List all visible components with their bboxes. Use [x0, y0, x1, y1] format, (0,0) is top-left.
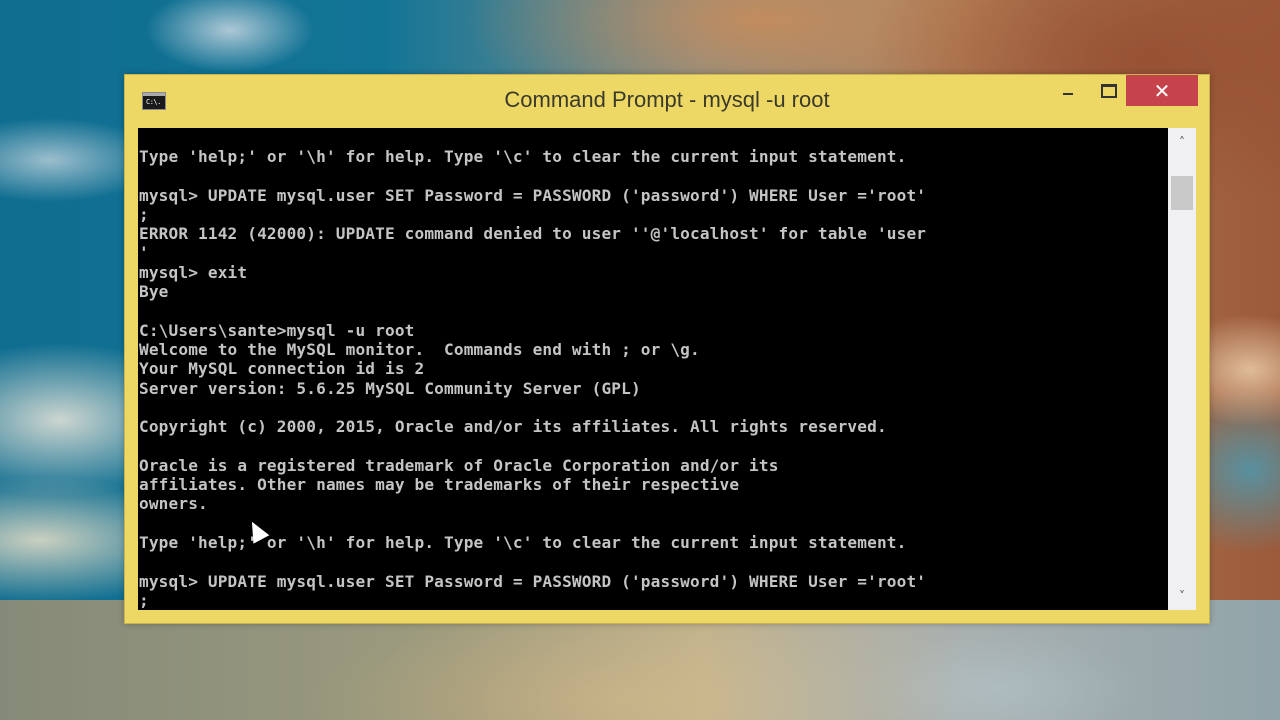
console-output[interactable]: Type 'help;' or '\h' for help. Type '\c'… — [138, 128, 1168, 610]
console-line: owners. — [139, 494, 208, 514]
console-line: mysql> exit — [139, 262, 248, 282]
console-line: Oracle is a registered trademark of Orac… — [139, 455, 779, 475]
scrollbar-thumb[interactable] — [1171, 175, 1193, 210]
console-line: Bye — [139, 282, 169, 302]
chevron-down-icon: ˅ — [1179, 589, 1185, 603]
maximize-icon — [1101, 84, 1117, 98]
console-line: Copyright (c) 2000, 2015, Oracle and/or … — [139, 417, 887, 437]
console-line: mysql> UPDATE mysql.user SET Password = … — [139, 571, 927, 591]
console-line: ; — [139, 204, 149, 224]
console-line: affiliates. Other names may be trademark… — [139, 475, 740, 495]
minimize-icon — [1063, 93, 1073, 95]
console-line: ERROR 1142 (42000): UPDATE command denie… — [139, 224, 927, 244]
scroll-down-button[interactable]: ˅ — [1168, 582, 1196, 610]
scroll-up-button[interactable]: ˄ — [1168, 128, 1196, 156]
maximize-button[interactable] — [1091, 75, 1127, 107]
close-icon: ✕ — [1153, 78, 1171, 103]
console-line: Server version: 5.6.25 MySQL Community S… — [139, 378, 641, 398]
console-line: ; — [139, 590, 149, 610]
title-bar[interactable]: C:\. Command Prompt - mysql -u root ✕ — [125, 75, 1209, 125]
chevron-up-icon: ˄ — [1179, 135, 1185, 149]
vertical-scrollbar[interactable]: ˄ ˅ — [1168, 128, 1196, 610]
console-line: mysql> UPDATE mysql.user SET Password = … — [139, 185, 927, 205]
close-button[interactable]: ✕ — [1126, 75, 1198, 106]
console-line: Type 'help;' or '\h' for help. Type '\c'… — [139, 147, 907, 166]
minimize-button[interactable] — [1045, 75, 1091, 107]
command-prompt-window: C:\. Command Prompt - mysql -u root ✕ Ty… — [124, 74, 1210, 624]
console-line: C:\Users\sante>mysql -u root — [139, 320, 415, 340]
console-line: ' — [139, 243, 149, 263]
console-text: Type 'help;' or '\h' for help. Type '\c'… — [138, 128, 1168, 610]
console-line: Your MySQL connection id is 2 — [139, 359, 425, 379]
console-line: Welcome to the MySQL monitor. Commands e… — [139, 339, 700, 359]
